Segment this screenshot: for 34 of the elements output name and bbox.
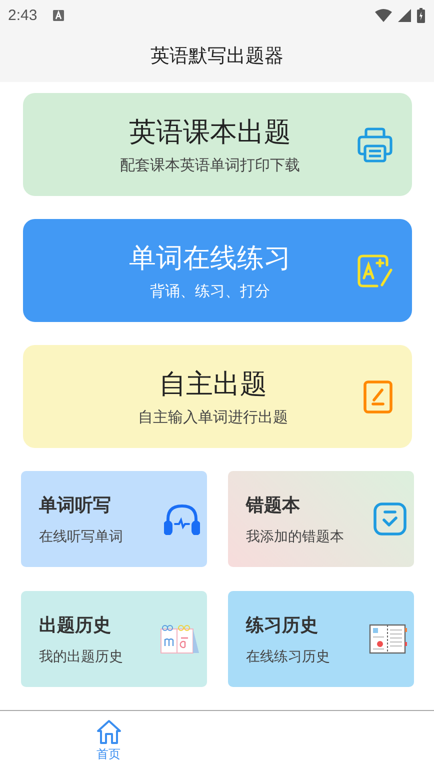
status-time: 2:43 (8, 6, 38, 24)
card-subtitle: 自主输入单词进行出题 (138, 408, 288, 427)
wifi-icon (375, 8, 392, 22)
notification-icon (53, 10, 64, 20)
menu-card[interactable]: 英语课本出题 配套课本英语单词打印下载 (23, 93, 412, 196)
card-title: 单词听写 (39, 494, 112, 516)
card-title: 单词在线练习 (129, 242, 291, 276)
menu-card[interactable]: 自主出题 自主输入单词进行出题 (23, 345, 412, 448)
card-subtitle: 在线练习历史 (246, 648, 331, 666)
calendar-icon (160, 623, 200, 655)
app-title: 英语默写出题器 (150, 44, 284, 69)
card-subtitle: 在线听写单词 (39, 528, 124, 546)
feature-card[interactable]: 出题历史 我的出题历史 (21, 591, 207, 687)
card-title: 出题历史 (39, 614, 112, 636)
notebook-icon (369, 624, 407, 654)
card-title: 练习历史 (246, 614, 319, 636)
card-subtitle: 背诵、练习、打分 (150, 282, 270, 301)
home-icon (96, 719, 122, 745)
card-title: 错题本 (246, 494, 301, 516)
battery-icon (417, 8, 425, 22)
card-title: 英语课本出题 (129, 116, 291, 150)
checklist-icon (373, 502, 407, 536)
card-subtitle: 我的出题历史 (39, 648, 124, 666)
signal-icon (398, 8, 411, 22)
edit-icon (363, 380, 393, 414)
card-title: 自主出题 (159, 368, 267, 402)
feature-card[interactable]: 错题本 我添加的错题本 (228, 471, 414, 567)
headphones-icon (164, 503, 200, 535)
grade-edit-icon (357, 252, 393, 288)
card-subtitle: 我添加的错题本 (246, 528, 345, 546)
printer-icon (357, 126, 393, 162)
feature-card[interactable]: 练习历史 在线练习历史 (228, 591, 414, 687)
feature-card[interactable]: 单词听写 在线听写单词 (21, 471, 207, 567)
card-subtitle: 配套课本英语单词打印下载 (120, 156, 300, 175)
